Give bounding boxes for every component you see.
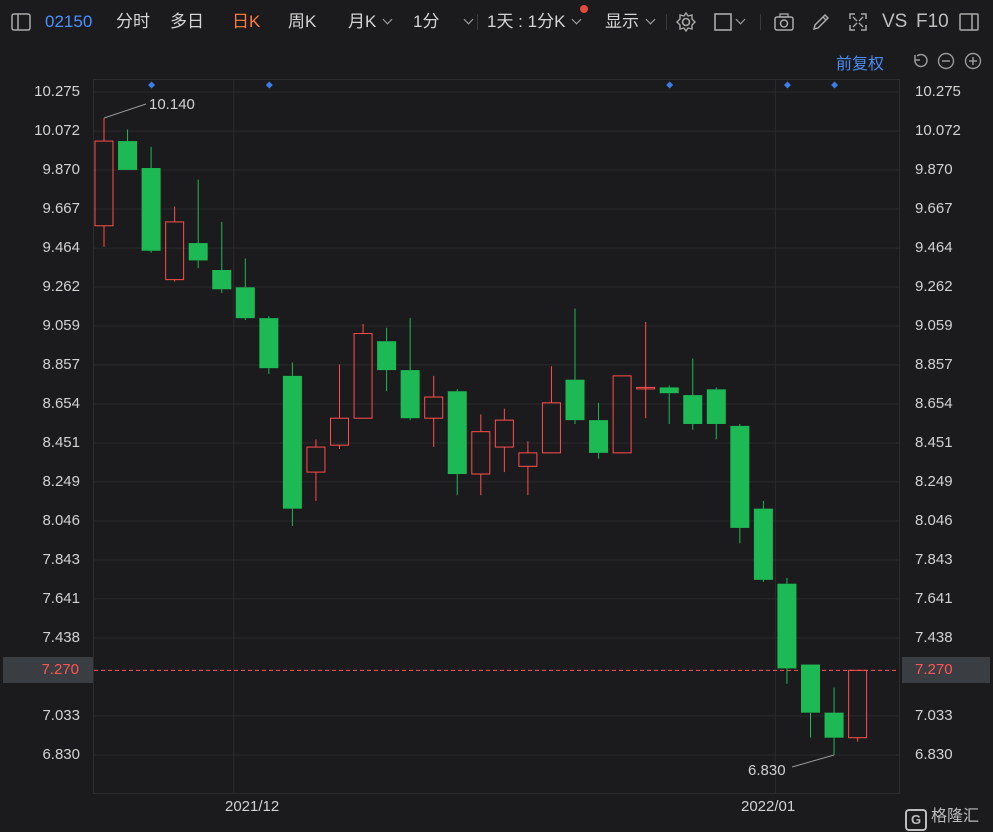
candle-body [141, 168, 161, 251]
x-tick-label-jan: 2022/01 [741, 798, 796, 815]
logo-icon: G [905, 809, 927, 831]
brand-logo: G 格隆汇 [905, 802, 979, 831]
candle-body [706, 389, 726, 424]
candle-body [259, 318, 279, 369]
candle-body [330, 417, 349, 446]
candle-body [730, 425, 750, 528]
candle-body [400, 370, 420, 419]
low-price-label: 6.830 [748, 762, 786, 779]
x-tick-label-dec: 2021/12 [225, 798, 280, 815]
candle-body [212, 270, 232, 290]
candle-body [353, 333, 373, 419]
candle-body [777, 583, 797, 669]
candle-body [589, 420, 609, 453]
candle-body [659, 387, 679, 394]
candle-body [118, 141, 138, 170]
candle-body [377, 341, 397, 371]
event-marker [831, 81, 839, 89]
candle-body [235, 287, 255, 319]
candle-body [188, 243, 208, 261]
low-annotation-line [791, 754, 835, 768]
candle-body [471, 431, 491, 475]
candle-body [541, 402, 561, 454]
candle-body [165, 221, 185, 281]
candle-body [282, 375, 302, 509]
event-marker [666, 81, 674, 89]
candle-body [565, 379, 585, 421]
candle-body [612, 375, 632, 454]
high-annotation-line [103, 103, 147, 119]
candle-body [424, 396, 444, 419]
event-marker [783, 81, 791, 89]
event-marker [265, 81, 273, 89]
candle-body [447, 391, 467, 475]
event-marker [148, 81, 156, 89]
candlestick-chart: 10.140 6.830 [94, 80, 899, 793]
candle-body [683, 395, 703, 424]
candle-body [848, 669, 868, 739]
high-price-label: 10.140 [149, 96, 195, 113]
candle-body [824, 712, 844, 738]
candle-body [753, 508, 773, 580]
candle-body [306, 446, 326, 473]
candle-body [94, 140, 114, 227]
candle-body [518, 452, 538, 467]
candle-body [801, 664, 820, 713]
